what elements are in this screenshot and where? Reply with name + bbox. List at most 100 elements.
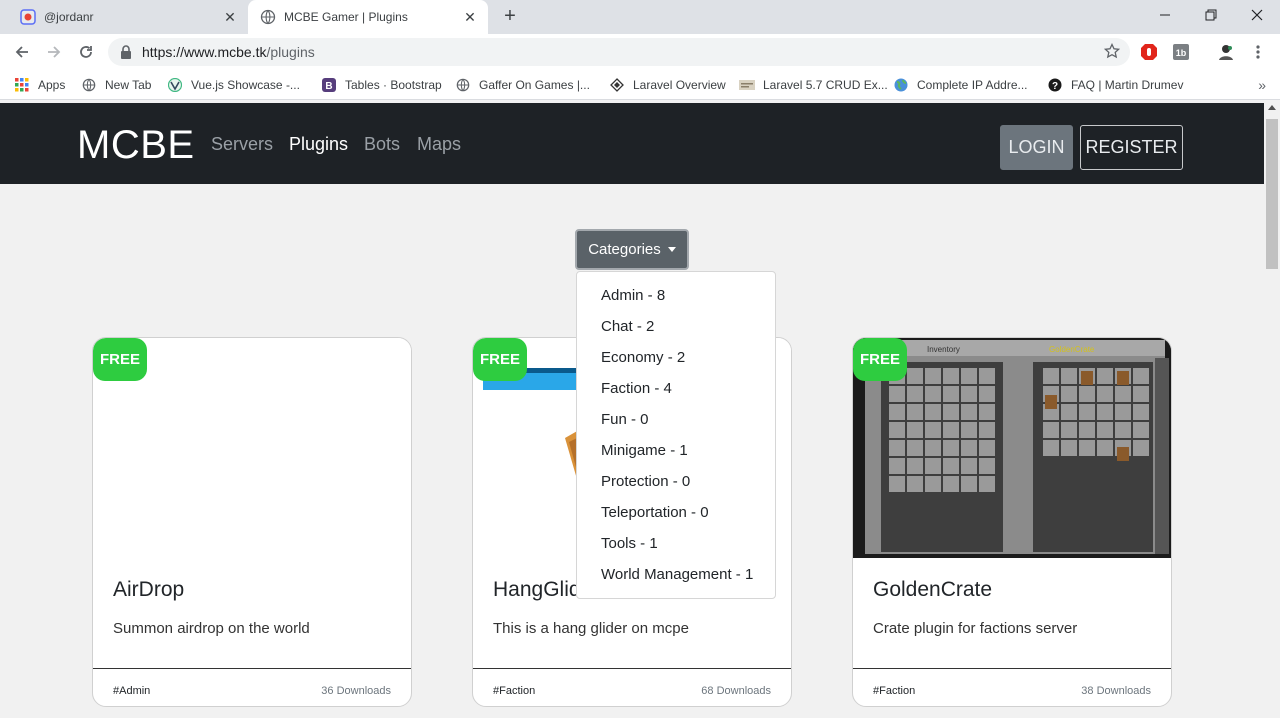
- bookmark-label: New Tab: [105, 78, 152, 92]
- globe-icon: [81, 77, 97, 93]
- nav-link-maps[interactable]: Maps: [417, 134, 461, 155]
- bookmarks-bar: Apps New Tab Vue.js Showcase -... B Tabl…: [0, 70, 1280, 100]
- page-scrollbar[interactable]: [1264, 101, 1280, 718]
- site-brand-logo[interactable]: MCBE: [77, 123, 195, 168]
- inventory-slot: [1133, 440, 1149, 456]
- inventory-slot: [1097, 404, 1113, 420]
- address-bar[interactable]: https://www.mcbe.tk/plugins: [108, 38, 1130, 66]
- forward-arrow-icon[interactable]: [42, 40, 66, 64]
- plugin-tag[interactable]: #Faction: [873, 685, 915, 697]
- inventory-slot: [889, 440, 905, 456]
- svg-text:?: ?: [1052, 81, 1058, 92]
- bookmark-star-icon[interactable]: [1103, 42, 1121, 62]
- inventory-slot: [1133, 368, 1149, 384]
- browser-tab-plugins[interactable]: MCBE Gamer | Plugins ✕: [248, 0, 488, 34]
- inventory-slot: [979, 476, 995, 492]
- inventory-slot: [943, 422, 959, 438]
- inventory-slot: [1043, 440, 1059, 456]
- page-icon: [739, 77, 755, 93]
- scrollbar-thumb[interactable]: [1266, 119, 1278, 269]
- back-arrow-icon[interactable]: [10, 40, 34, 64]
- inventory-slot: [907, 422, 923, 438]
- category-item-world-management[interactable]: World Management - 1: [577, 559, 775, 590]
- bookmarks-overflow-icon[interactable]: »: [1258, 77, 1266, 93]
- menu-kebab-icon[interactable]: [1248, 42, 1268, 62]
- inventory-slot: [907, 476, 923, 492]
- bookmark-gaffer-on-games[interactable]: Gaffer On Games |...: [455, 76, 590, 94]
- plugin-card-goldencrate[interactable]: Inventory GoldenCrate FREE GoldenCrate C…: [852, 337, 1172, 707]
- category-item-fun[interactable]: Fun - 0: [577, 404, 775, 435]
- bookmark-label: Laravel Overview: [633, 78, 726, 92]
- bookmark-vue-showcase[interactable]: Vue.js Showcase -...: [167, 76, 300, 94]
- close-window-icon[interactable]: [1234, 0, 1280, 30]
- tab-favicon-icon: [20, 9, 36, 25]
- plugin-title[interactable]: GoldenCrate: [873, 578, 992, 602]
- restore-icon[interactable]: [1188, 0, 1234, 30]
- bookmark-label: Vue.js Showcase -...: [191, 78, 300, 92]
- earth-icon: [893, 77, 909, 93]
- inventory-slot: [1079, 386, 1095, 402]
- inventory-slot: [1079, 422, 1095, 438]
- plugin-description: This is a hang glider on mcpe: [493, 620, 689, 637]
- nav-link-bots[interactable]: Bots: [364, 134, 400, 155]
- caret-down-icon: [667, 247, 676, 252]
- bookmark-laravel-crud[interactable]: Laravel 5.7 CRUD Ex...: [739, 76, 888, 94]
- profile-avatar-icon[interactable]: [1216, 42, 1236, 62]
- category-item-protection[interactable]: Protection - 0: [577, 466, 775, 497]
- nav-link-servers[interactable]: Servers: [211, 134, 273, 155]
- browser-tab-jordanr[interactable]: @jordanr ✕: [8, 0, 248, 34]
- browser-tab-strip: @jordanr ✕ MCBE Gamer | Plugins ✕ +: [0, 0, 1280, 34]
- category-item-chat[interactable]: Chat - 2: [577, 311, 775, 342]
- category-item-faction[interactable]: Faction - 4: [577, 373, 775, 404]
- categories-dropdown-button[interactable]: Categories: [575, 229, 689, 270]
- bookmark-label: Apps: [38, 78, 66, 92]
- inventory-slot: [961, 404, 977, 420]
- bookmark-complete-ip[interactable]: Complete IP Addre...: [893, 76, 1028, 94]
- inventory-slot: [961, 422, 977, 438]
- category-item-admin[interactable]: Admin - 8: [577, 280, 775, 311]
- plugin-tag[interactable]: #Admin: [113, 685, 150, 697]
- register-button[interactable]: REGISTER: [1080, 125, 1183, 170]
- inventory-slot: [961, 368, 977, 384]
- tb-extension-icon[interactable]: 1b: [1171, 42, 1191, 62]
- plugin-title[interactable]: AirDrop: [113, 578, 184, 602]
- plugin-card-airdrop[interactable]: FREE AirDrop Summon airdrop on the world…: [92, 337, 412, 707]
- tab-title: MCBE Gamer | Plugins: [284, 10, 408, 24]
- inventory-slot: [1097, 440, 1113, 456]
- inventory-slot: [943, 458, 959, 474]
- bookmark-laravel-overview[interactable]: Laravel Overview: [609, 76, 726, 94]
- reload-icon[interactable]: [74, 40, 98, 64]
- inventory-slot: [1061, 368, 1077, 384]
- adblock-extension-icon[interactable]: [1139, 42, 1159, 62]
- bookmark-new-tab[interactable]: New Tab: [81, 76, 151, 94]
- inventory-slot: [1097, 422, 1113, 438]
- category-item-minigame[interactable]: Minigame - 1: [577, 435, 775, 466]
- inventory-slot: [907, 368, 923, 384]
- login-button[interactable]: LOGIN: [1000, 125, 1073, 170]
- inventory-slot: [943, 476, 959, 492]
- inventory-slot: [1061, 440, 1077, 456]
- category-item-tools[interactable]: Tools - 1: [577, 528, 775, 559]
- plugin-tag[interactable]: #Faction: [493, 685, 535, 697]
- scroll-up-arrow-icon[interactable]: [1268, 105, 1276, 110]
- categories-button-label: Categories: [588, 241, 661, 258]
- inventory-slot: [1061, 422, 1077, 438]
- free-badge: FREE: [473, 338, 527, 381]
- tab-close-icon[interactable]: ✕: [222, 9, 238, 25]
- bookmark-faq-martin[interactable]: ? FAQ | Martin Drumev: [1047, 76, 1183, 94]
- inventory-slot: [979, 422, 995, 438]
- categories-dropdown-menu: Admin - 8 Chat - 2 Economy - 2 Faction -…: [576, 271, 776, 599]
- bookmark-apps[interactable]: Apps: [14, 76, 65, 94]
- new-tab-button[interactable]: +: [498, 5, 522, 29]
- category-item-economy[interactable]: Economy - 2: [577, 342, 775, 373]
- inventory-slot: [925, 440, 941, 456]
- bookmark-bootstrap-tables[interactable]: B Tables · Bootstrap: [321, 76, 442, 94]
- nav-link-plugins[interactable]: Plugins: [289, 134, 348, 155]
- lock-icon: [120, 45, 132, 59]
- category-item-teleportation[interactable]: Teleportation - 0: [577, 497, 775, 528]
- inventory-slot: [907, 440, 923, 456]
- tab-close-icon[interactable]: ✕: [462, 9, 478, 25]
- tab-title: @jordanr: [44, 10, 94, 24]
- inventory-slot: [889, 404, 905, 420]
- minimize-icon[interactable]: [1142, 0, 1188, 30]
